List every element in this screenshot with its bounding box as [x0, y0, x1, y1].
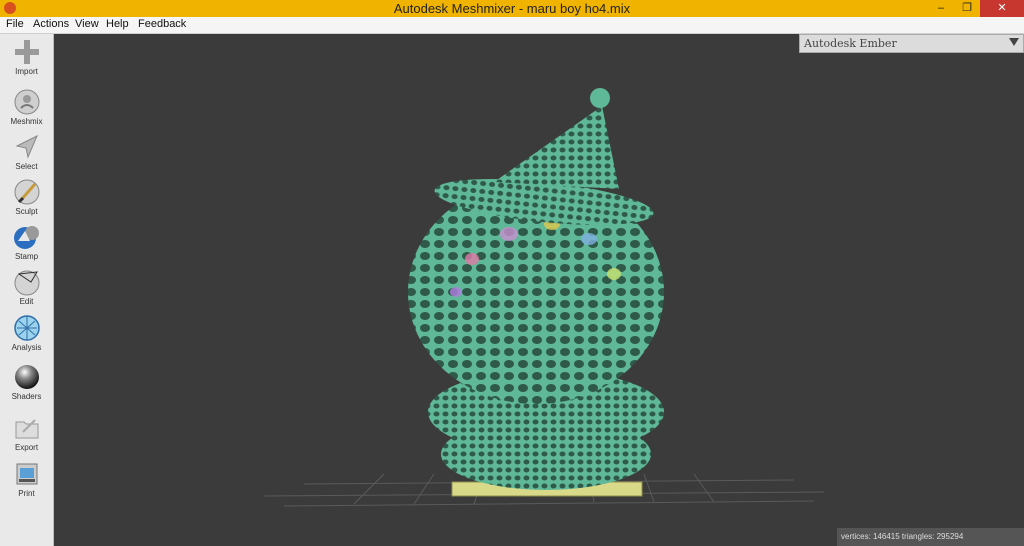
tool-shaders[interactable]: Shaders	[0, 363, 53, 401]
tool-import[interactable]: Import	[0, 38, 53, 76]
tool-label: Export	[14, 443, 39, 452]
window-title: Autodesk Meshmixer - maru boy ho4.mix	[393, 1, 631, 16]
menu-help[interactable]: Help	[106, 18, 129, 30]
printer-dropdown[interactable]: Autodesk Ember	[799, 34, 1024, 53]
tool-analysis[interactable]: Analysis	[0, 314, 53, 352]
tool-label: Meshmix	[10, 117, 43, 126]
tool-label: Print	[18, 489, 35, 498]
tool-label: Analysis	[11, 343, 42, 352]
tool-stamp[interactable]: Stamp	[0, 223, 53, 261]
sculpt-brush-icon	[14, 179, 39, 205]
title-bar: Autodesk Meshmixer - maru boy ho4.mix – …	[0, 0, 1024, 17]
window-controls: – ❐ ✕	[928, 0, 1024, 17]
select-arrow-icon	[15, 134, 38, 159]
tool-label: Select	[15, 162, 38, 171]
tool-meshmix[interactable]: Meshmix	[0, 88, 53, 126]
print-icon	[16, 463, 37, 485]
printer-selected: Autodesk Ember	[804, 37, 897, 50]
tool-sculpt[interactable]: Sculpt	[0, 178, 53, 216]
menu-view[interactable]: View	[75, 18, 99, 30]
tool-sidebar: Import Meshmix Select Sculpt Stamp Edit	[0, 34, 54, 546]
edit-icon	[14, 270, 39, 296]
tool-label: Sculpt	[15, 207, 38, 216]
tool-print[interactable]: Print	[0, 460, 53, 498]
close-button[interactable]: ✕	[980, 0, 1024, 17]
tool-label: Import	[15, 67, 38, 76]
tool-label: Shaders	[11, 392, 42, 401]
analysis-icon	[13, 315, 40, 341]
tool-label: Edit	[19, 297, 34, 306]
maximize-button[interactable]: ❐	[954, 0, 980, 17]
plus-icon	[14, 40, 39, 64]
tool-label: Stamp	[14, 252, 39, 261]
tool-edit[interactable]: Edit	[0, 268, 53, 306]
shaders-icon	[14, 365, 39, 389]
menu-file[interactable]: File	[6, 18, 24, 30]
meshmix-icon	[14, 89, 39, 115]
mesh-hat-cone	[494, 106, 619, 189]
mesh-hat-pom	[590, 88, 610, 108]
mesh-stats-status: vertices: 146415 triangles: 295294	[837, 528, 1024, 546]
mesh-scene	[263, 88, 825, 507]
export-folder-icon	[15, 419, 38, 439]
tool-export[interactable]: Export	[0, 414, 53, 452]
menu-bar: File Actions View Help Feedback	[0, 17, 1024, 34]
chevron-down-icon	[1009, 38, 1019, 46]
3d-viewport[interactable]: Autodesk Ember vertices: 146415 triangle…	[54, 34, 1024, 546]
menu-feedback[interactable]: Feedback	[138, 18, 186, 30]
stamp-icon	[13, 226, 39, 249]
minimize-button[interactable]: –	[928, 0, 954, 17]
menu-actions[interactable]: Actions	[33, 18, 69, 30]
tool-select[interactable]: Select	[0, 133, 53, 171]
